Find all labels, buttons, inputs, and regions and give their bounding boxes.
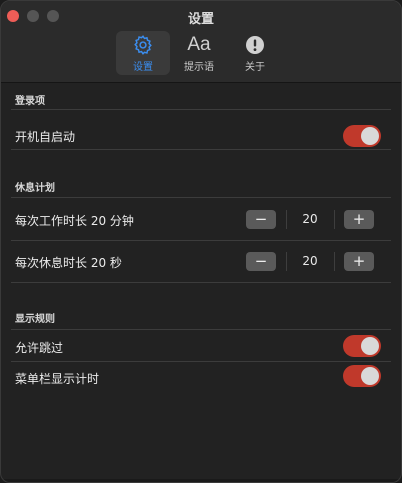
window-title: 设置: [187, 12, 214, 27]
tab-about-label: 关于: [245, 62, 265, 73]
rest-duration-value: 20: [302, 254, 318, 268]
divider: [11, 197, 391, 198]
tab-settings-label: 设置: [133, 62, 153, 73]
title-bar: 设置 设置 Aa 提示语 关于: [1, 1, 401, 83]
menubar-timer-toggle[interactable]: [343, 365, 381, 387]
divider: [11, 149, 391, 150]
work-duration-decrement-button[interactable]: −: [246, 210, 276, 229]
section-header-break-plan: 休息计划: [15, 183, 55, 194]
allow-skip-label: 允许跳过: [15, 341, 64, 355]
tab-prompts-label: 提示语: [184, 62, 214, 73]
preferences-window: 设置 设置 Aa 提示语 关于 登录项 开机自启动 休息计划 每次工作时长 20…: [0, 0, 402, 483]
divider: [286, 252, 287, 271]
rest-duration-label: 每次休息时长 20 秒: [15, 256, 122, 270]
rest-duration-decrement-button[interactable]: −: [246, 252, 276, 271]
divider: [11, 329, 391, 330]
tab-prompts[interactable]: Aa 提示语: [172, 31, 226, 75]
divider: [11, 282, 391, 283]
section-header-login: 登录项: [15, 96, 45, 107]
work-duration-label: 每次工作时长 20 分钟: [15, 214, 134, 228]
divider: [11, 240, 391, 241]
info-icon: [228, 34, 282, 56]
tab-about[interactable]: 关于: [228, 31, 282, 75]
allow-skip-toggle[interactable]: [343, 335, 381, 357]
rest-duration-increment-button[interactable]: +: [344, 252, 374, 271]
menubar-timer-label: 菜单栏显示计时: [15, 372, 100, 386]
toggle-knob: [361, 337, 379, 355]
work-duration-value: 20: [302, 212, 318, 226]
toggle-knob: [361, 367, 379, 385]
divider: [334, 210, 335, 229]
gear-icon: [116, 34, 170, 56]
launch-at-login-label: 开机自启动: [15, 130, 76, 144]
tab-settings[interactable]: 设置: [116, 31, 170, 75]
work-duration-increment-button[interactable]: +: [344, 210, 374, 229]
text-aa-icon: Aa: [187, 34, 211, 55]
divider: [286, 210, 287, 229]
divider: [11, 361, 391, 362]
launch-at-login-toggle[interactable]: [343, 125, 381, 147]
toggle-knob: [361, 127, 379, 145]
window-bottom-edge: [1, 479, 401, 482]
divider: [334, 252, 335, 271]
divider: [11, 109, 391, 110]
section-header-display-rules: 显示规则: [15, 314, 55, 325]
